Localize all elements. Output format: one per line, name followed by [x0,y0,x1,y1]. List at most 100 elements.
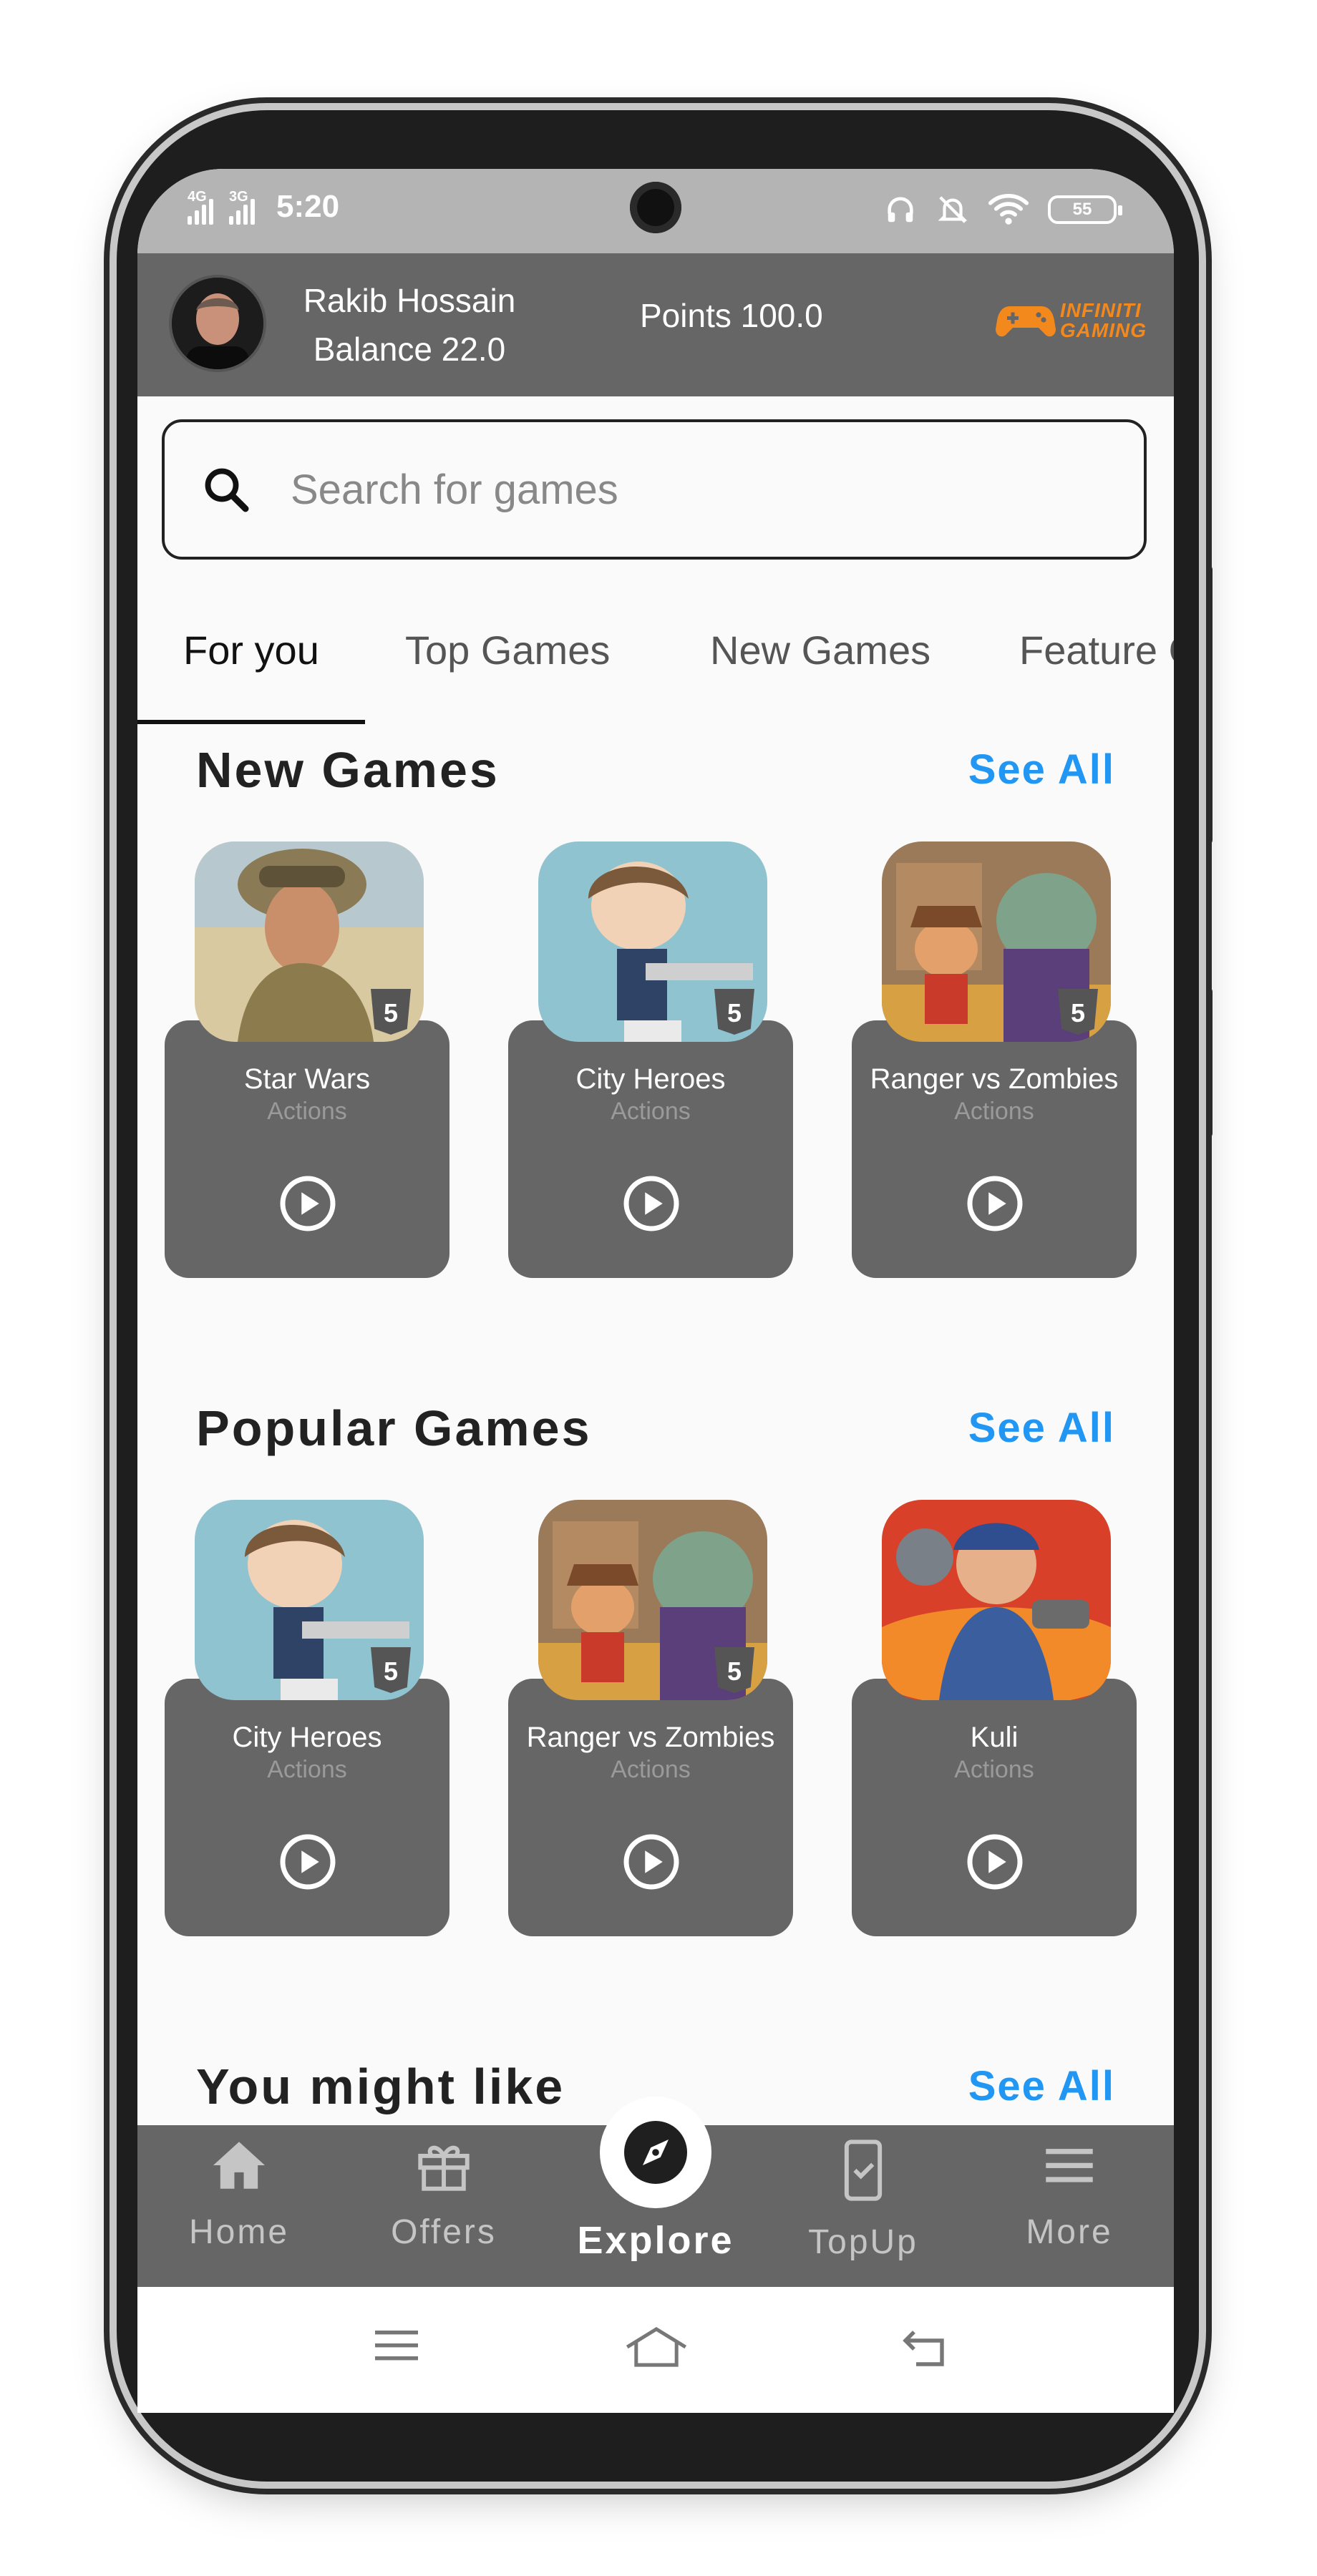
gift-icon [418,2145,470,2191]
tab-feature-games[interactable]: Feature G [1019,627,1174,673]
home-outline-icon [626,2326,687,2367]
game-thumbnail-kuli[interactable] [882,1500,1111,1700]
game-card-kuli[interactable]: Kuli Actions [852,1679,1137,1936]
nav-offers-label: Offers [391,2213,497,2251]
brand-line-1: INFINITI [1059,299,1142,321]
app-header: Rakib Hossain Balance 22.0 Points 100.0 … [137,253,1174,396]
game-category: Actions [267,1098,347,1125]
popular-games-see-all[interactable]: See All [968,1404,1115,1452]
bottom-navigation: Home Offers Explore TopUp More [137,2097,1174,2287]
app-screen: 4G 3G 5:20 55 Rakib Hossain Balance 22.0… [137,169,1174,2413]
svg-text:5: 5 [727,1657,742,1686]
gamepad-icon [995,306,1056,337]
back-button[interactable] [899,2324,951,2373]
search-bar[interactable] [162,419,1147,560]
points-text: Points 100.0 [640,297,823,334]
html5-badge-icon: 5 [714,1647,754,1693]
compass-icon [624,2121,687,2184]
new-games-title: New Games [196,742,500,798]
user-name: Rakib Hossain [303,282,516,319]
game-name: Ranger vs Zombies [526,1722,775,1753]
power-button [1202,987,1212,1138]
nav-topup[interactable]: TopUp [784,2140,942,2262]
headphones-icon [888,197,913,223]
search-input[interactable] [291,465,1078,514]
game-thumbnail-star-wars[interactable]: 5 [195,841,424,1042]
signal-icon-2: 3G [229,189,255,225]
game-category: Actions [954,1756,1034,1783]
game-thumbnail-city-heroes[interactable]: 5 [538,841,767,1042]
recents-icon [375,2331,418,2361]
game-thumbnail-ranger-vs-zombies[interactable]: 5 [882,841,1111,1042]
status-time: 5:20 [276,189,340,224]
svg-text:5: 5 [384,1657,398,1686]
svg-text:5: 5 [384,998,398,1028]
tab-top-games[interactable]: Top Games [405,627,610,673]
home-icon [213,2142,265,2189]
tab-for-you[interactable]: For you [183,627,319,673]
html5-badge-icon: 5 [371,1647,411,1693]
play-icon[interactable] [965,1832,1025,1892]
game-card-ranger-vs-zombies[interactable]: Ranger vs Zombies Actions [852,1020,1137,1278]
you-might-like-see-all[interactable]: See All [968,2062,1115,2110]
phone-topup-icon [844,2140,883,2201]
brand-line-2: GAMING [1059,319,1147,341]
battery-icon: 55 [1048,195,1122,224]
html5-badge-icon: 5 [371,989,411,1035]
play-icon[interactable] [621,1174,681,1234]
nav-offers[interactable]: Offers [365,2140,523,2252]
play-icon[interactable] [965,1174,1025,1234]
game-category: Actions [954,1098,1034,1125]
game-name: City Heroes [232,1722,382,1753]
game-name: Kuli [970,1722,1019,1753]
system-navigation [137,2287,1174,2413]
game-thumbnail-city-heroes[interactable]: 5 [195,1500,424,1700]
mute-bell-icon [938,196,968,223]
menu-icon [1046,2149,1093,2182]
html5-badge-icon: 5 [714,989,754,1035]
home-system-button[interactable] [623,2324,690,2373]
status-bar: 4G 3G 5:20 55 [137,169,1174,253]
play-icon[interactable] [278,1832,338,1892]
nav-home-label: Home [188,2213,290,2251]
user-info: Rakib Hossain Balance 22.0 [302,276,517,374]
category-tabs: For you Top Games New Games Feature G [137,598,1174,727]
game-category: Actions [267,1756,347,1783]
back-icon [903,2331,944,2366]
game-category: Actions [611,1756,691,1783]
game-thumbnail-ranger-vs-zombies[interactable]: 5 [538,1500,767,1700]
nav-explore[interactable]: Explore [577,2097,734,2263]
you-might-like-title: You might like [196,2059,565,2114]
game-name: Star Wars [243,1063,371,1095]
play-icon[interactable] [278,1174,338,1234]
game-card-ranger-vs-zombies[interactable]: Ranger vs Zombies Actions [508,1679,793,1936]
nav-more[interactable]: More [991,2140,1148,2252]
balance-text: Balance 22.0 [313,331,506,368]
nav-topup-label: TopUp [808,2223,918,2261]
new-games-see-all[interactable]: See All [968,746,1115,794]
tab-new-games[interactable]: New Games [710,627,930,673]
nav-more-label: More [1026,2213,1113,2251]
network-type-2: 3G [229,189,248,205]
brand-logo: INFINITI GAMING [995,299,1147,341]
svg-text:5: 5 [1071,998,1085,1028]
avatar[interactable] [169,275,266,372]
tab-indicator [137,720,365,724]
game-card-city-heroes[interactable]: City Heroes Actions [165,1679,449,1936]
game-name: City Heroes [575,1063,726,1095]
svg-text:5: 5 [727,998,742,1028]
html5-badge-icon: 5 [1058,989,1098,1035]
front-camera [630,182,681,233]
game-category: Actions [611,1098,691,1125]
play-icon[interactable] [621,1832,681,1892]
nav-explore-label: Explore [577,2219,734,2262]
recents-button[interactable] [371,2324,422,2371]
wifi-icon [988,193,1029,225]
game-name: Ranger vs Zombies [870,1063,1119,1095]
game-card-city-heroes[interactable]: City Heroes Actions [508,1020,793,1278]
nav-home[interactable]: Home [160,2140,318,2252]
volume-button [1202,565,1212,844]
search-icon [205,468,249,512]
network-type-1: 4G [188,189,207,205]
game-card-star-wars[interactable]: Star Wars Actions [165,1020,449,1278]
